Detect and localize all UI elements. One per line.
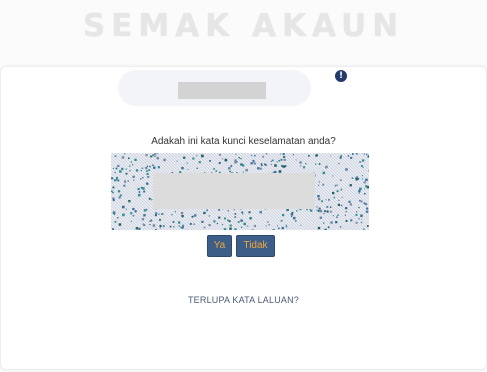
forgot-password-link[interactable]: TERLUPA KATA LALUAN? — [1, 295, 486, 305]
account-id-field — [118, 70, 311, 106]
page: SEMAK AKAUN ! Adakah ini kata kunci kese… — [0, 0, 487, 372]
no-button[interactable]: Tidak — [236, 235, 275, 257]
page-title: SEMAK AKAUN — [82, 8, 405, 44]
security-question: Adakah ini kata kunci keselamatan anda? — [151, 136, 336, 147]
security-phrase-redacted — [153, 173, 315, 209]
verify-account-card: ! Adakah ini kata kunci keselamatan anda… — [0, 66, 487, 370]
security-image — [111, 153, 369, 230]
account-id-redacted — [178, 82, 266, 99]
info-icon[interactable]: ! — [335, 70, 347, 82]
yes-button[interactable]: Ya — [207, 235, 232, 257]
